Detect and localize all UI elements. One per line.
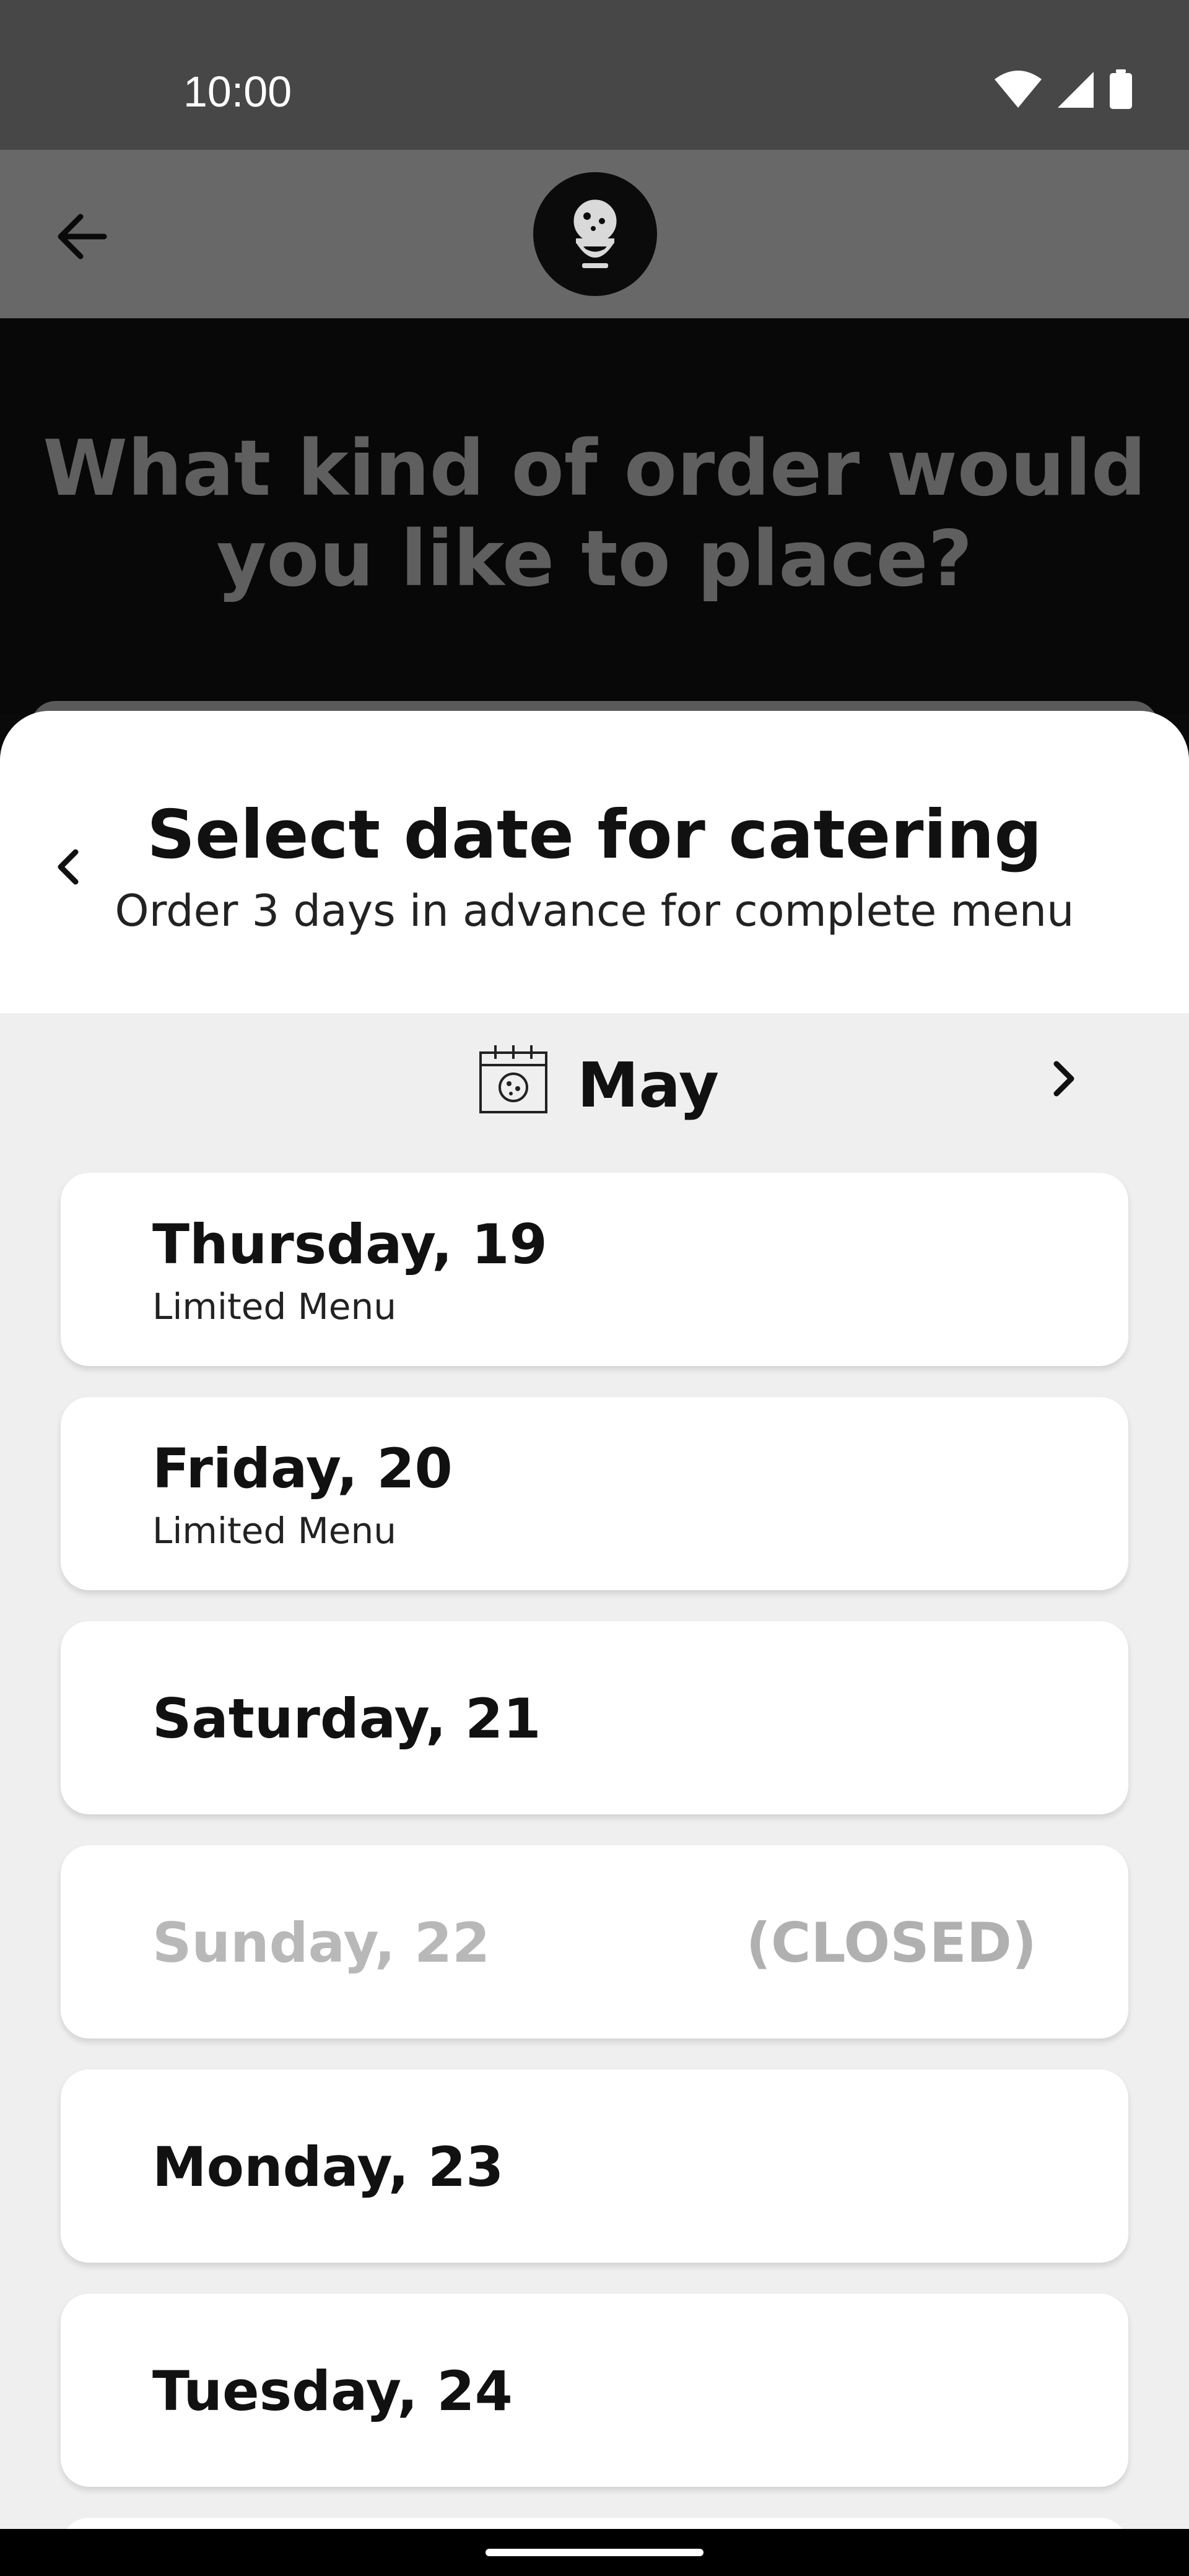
order-type-background: What kind of order would you like to pla… — [0, 318, 1189, 726]
date-label: Tuesday, 24 — [152, 2359, 513, 2423]
date-label: Monday, 23 — [152, 2135, 504, 2199]
next-month-button[interactable] — [1044, 1054, 1081, 1103]
signal-icon — [1058, 72, 1094, 108]
sheet-subtitle: Order 3 days in advance for complete men… — [115, 886, 1074, 936]
date-label: Friday, 20 — [152, 1437, 453, 1500]
arrow-left-icon — [58, 214, 107, 259]
battery-icon — [1110, 69, 1132, 109]
status-time: 10:00 — [183, 67, 292, 116]
date-card[interactable]: Tuesday, 24 — [61, 2294, 1128, 2487]
screen: 10:00 What kind of order would you like … — [0, 0, 1189, 2576]
status-bar: 10:00 — [0, 0, 1189, 150]
date-menu-note: Limited Menu — [152, 1510, 396, 1552]
month-label: May — [577, 1049, 720, 1121]
app-bar — [0, 150, 1189, 318]
date-card[interactable]: Saturday, 21 — [61, 1621, 1128, 1814]
system-nav-bar — [0, 2529, 1189, 2576]
date-menu-note: Limited Menu — [152, 1286, 396, 1328]
sheet-header: Select date for catering Order 3 days in… — [0, 711, 1189, 1013]
date-label: Sunday, 22 — [152, 1911, 490, 1975]
date-card-partial — [61, 2518, 1128, 2529]
calendar-cookie-icon — [477, 1043, 550, 1116]
home-gesture-handle[interactable] — [486, 2549, 703, 2556]
status-icons — [993, 69, 1133, 110]
date-card-closed: Sunday, 22 (CLOSED) — [61, 1845, 1128, 2039]
order-type-title: What kind of order would you like to pla… — [43, 424, 1146, 604]
date-label: Thursday, 19 — [152, 1212, 547, 1276]
month-selector: May — [0, 1043, 1189, 1123]
brand-logo — [533, 172, 657, 296]
date-card[interactable]: Friday, 20 Limited Menu — [61, 1397, 1128, 1590]
date-label: Saturday, 21 — [152, 1687, 541, 1751]
sheet-title: Select date for catering — [147, 796, 1042, 874]
date-card[interactable]: Monday, 23 — [61, 2069, 1128, 2263]
chevron-right-icon — [1053, 1061, 1074, 1097]
closed-badge: (CLOSED) — [746, 1911, 1037, 1975]
date-picker-sheet: Select date for catering Order 3 days in… — [0, 711, 1189, 2529]
date-card[interactable]: Thursday, 19 Limited Menu — [61, 1173, 1128, 1366]
back-button[interactable] — [50, 206, 118, 268]
wifi-icon — [995, 71, 1042, 108]
chef-cookie-logo-icon — [572, 198, 619, 268]
date-list: Thursday, 19 Limited Menu Friday, 20 Lim… — [61, 1173, 1128, 2518]
